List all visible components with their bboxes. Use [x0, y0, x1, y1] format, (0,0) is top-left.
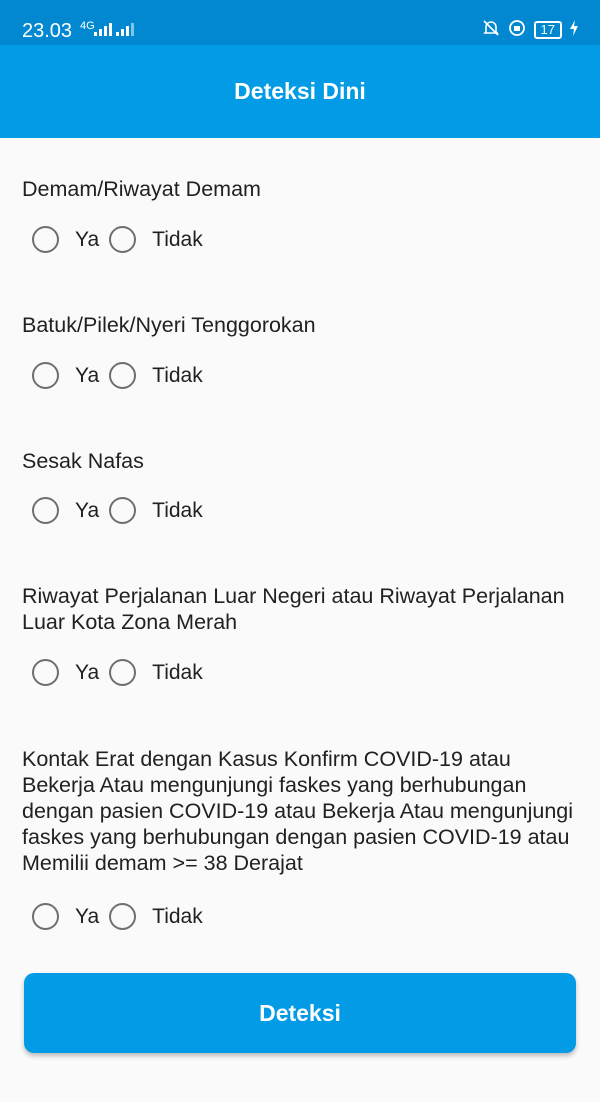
radio-label: Ya [75, 498, 100, 522]
mute-icon [482, 19, 500, 40]
question-fever: Demam/Riwayat Demam [22, 177, 261, 201]
radio-cough-yes[interactable]: Ya [32, 362, 109, 389]
question-cough: Batuk/Pilek/Nyeri Tenggorokan [22, 313, 316, 337]
radio-button[interactable] [109, 362, 137, 389]
radio-label: Tidak [152, 363, 203, 387]
radio-button[interactable] [109, 226, 137, 253]
radio-button[interactable] [32, 903, 59, 930]
radio-group-fever: Ya Tidak [32, 226, 213, 253]
radio-button[interactable] [109, 659, 137, 686]
data-saver-icon [508, 19, 526, 40]
status-bar: 23.03 4G 17 [0, 0, 600, 45]
question-close-contact: Kontak Erat dengan Kasus Konfirm COVID-1… [22, 747, 574, 875]
detect-button[interactable]: Deteksi [24, 973, 576, 1053]
charging-icon [570, 20, 578, 39]
radio-group-cough: Ya Tidak [32, 362, 213, 389]
radio-label: Ya [75, 227, 100, 251]
radio-label: Ya [75, 660, 100, 684]
radio-breath-no[interactable]: Tidak [109, 497, 213, 524]
radio-breath-yes[interactable]: Ya [32, 497, 109, 524]
question-travel-history: Riwayat Perjalanan Luar Negeri atau Riwa… [22, 584, 565, 634]
signal-icon [94, 22, 112, 36]
radio-group-breath: Ya Tidak [32, 497, 213, 524]
radio-button[interactable] [32, 497, 59, 524]
battery-icon: 17 [533, 20, 562, 39]
radio-label: Ya [75, 904, 100, 928]
radio-fever-no[interactable]: Tidak [109, 226, 213, 253]
radio-travel-yes[interactable]: Ya [32, 659, 109, 686]
radio-button[interactable] [32, 226, 59, 253]
radio-group-travel: Ya Tidak [32, 659, 213, 686]
app-bar: Deteksi Dini [0, 45, 600, 138]
radio-label: Ya [75, 363, 100, 387]
battery-level: 17 [540, 21, 555, 37]
radio-cough-no[interactable]: Tidak [109, 362, 213, 389]
radio-contact-yes[interactable]: Ya [32, 903, 109, 930]
network-type: 4G [80, 20, 95, 32]
radio-travel-no[interactable]: Tidak [109, 659, 213, 686]
radio-button[interactable] [32, 362, 59, 389]
radio-label: Tidak [152, 660, 203, 684]
status-time: 23.03 [22, 20, 73, 42]
radio-label: Tidak [152, 904, 203, 928]
radio-group-contact: Ya Tidak [32, 903, 213, 930]
signal-icon-2 [116, 22, 134, 36]
radio-fever-yes[interactable]: Ya [32, 226, 109, 253]
radio-button[interactable] [32, 659, 59, 686]
radio-label: Tidak [152, 227, 203, 251]
radio-contact-no[interactable]: Tidak [109, 903, 213, 930]
radio-button[interactable] [109, 497, 137, 524]
radio-label: Tidak [152, 498, 203, 522]
question-shortness-of-breath: Sesak Nafas [22, 449, 144, 473]
radio-button[interactable] [109, 903, 137, 930]
page-title: Deteksi Dini [234, 78, 366, 104]
